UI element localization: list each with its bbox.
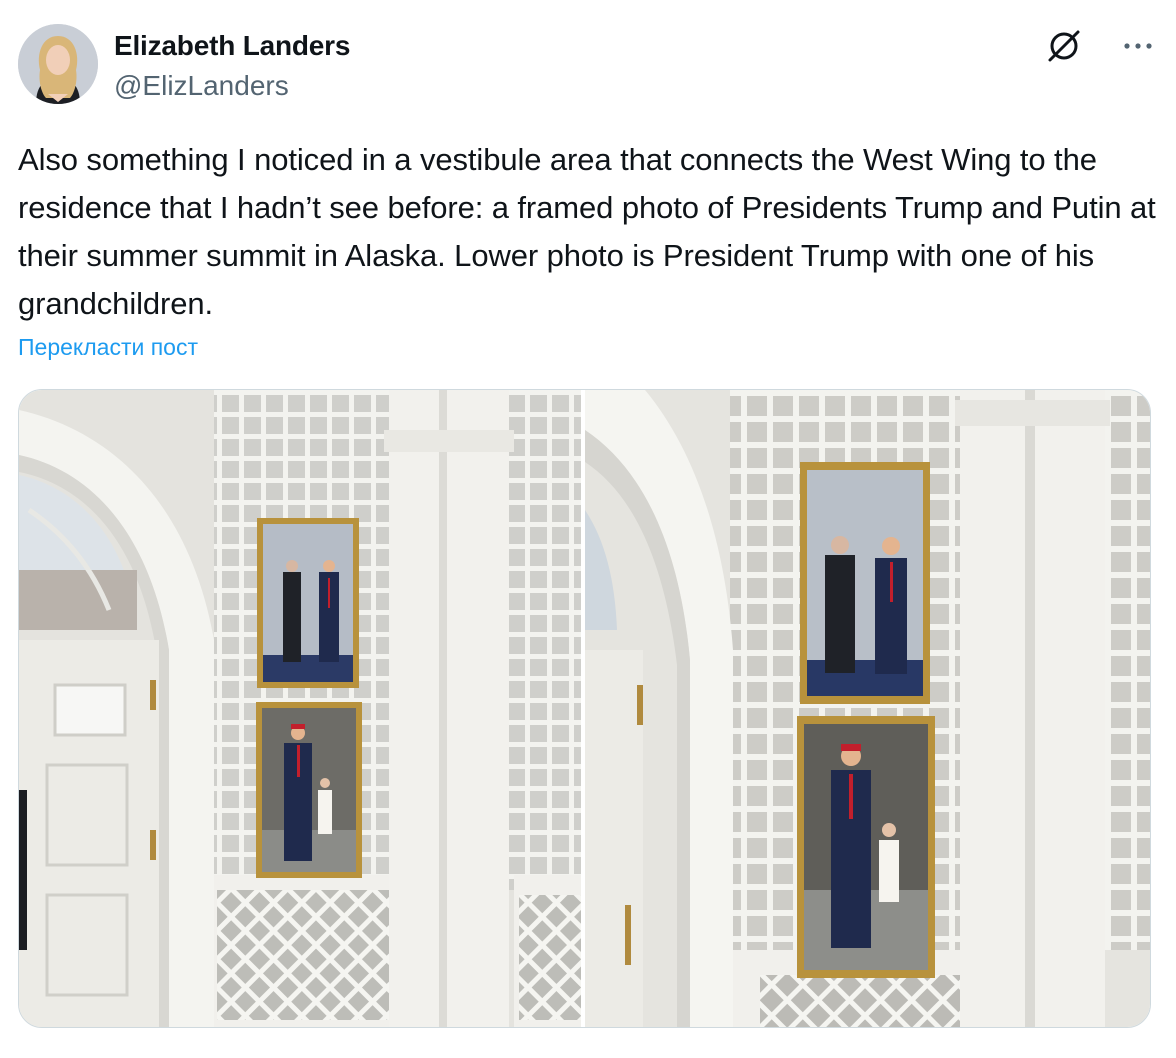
avatar[interactable] xyxy=(18,24,98,104)
photo-right[interactable] xyxy=(585,390,1150,1027)
author-handle[interactable]: @ElizLanders xyxy=(114,70,289,102)
tweet-text: Also something I noticed in a vestibule … xyxy=(18,142,1156,321)
grok-icon[interactable] xyxy=(1044,26,1084,66)
author-name[interactable]: Elizabeth Landers xyxy=(114,30,350,62)
photo-left[interactable] xyxy=(19,390,581,1027)
media-grid xyxy=(18,389,1151,1028)
more-horizontal-icon[interactable] xyxy=(1118,26,1158,66)
tweet-header: Elizabeth Landers @ElizLanders xyxy=(18,22,1158,106)
translate-post-link[interactable]: Перекласти пост xyxy=(18,334,198,361)
